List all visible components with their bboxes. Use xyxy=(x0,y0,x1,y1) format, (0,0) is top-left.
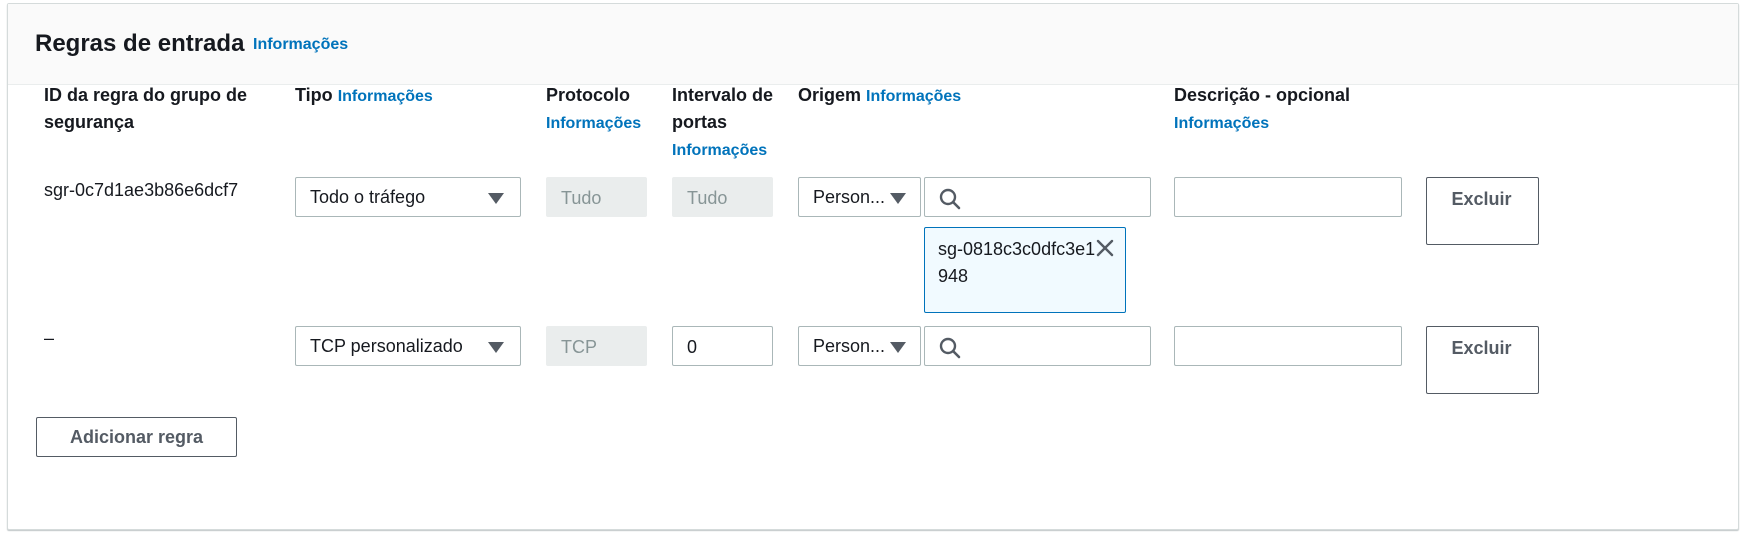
column-header-description: Descrição - opcional Informações xyxy=(1174,82,1414,137)
type-select-value: TCP personalizado xyxy=(310,336,463,356)
caret-down-icon xyxy=(488,342,504,353)
caret-down-icon xyxy=(488,193,504,204)
search-icon xyxy=(939,337,961,359)
type-header-label: Tipo xyxy=(295,85,333,105)
column-header-protocol: Protocolo Informações xyxy=(546,82,656,137)
protocol-field: Tudo xyxy=(546,177,647,217)
port-range-value: 0 xyxy=(687,337,698,357)
protocol-value: TCP xyxy=(561,337,597,357)
source-type-select[interactable]: Person... xyxy=(798,326,921,366)
description-input[interactable] xyxy=(1174,326,1402,366)
delete-rule-label: Excluir xyxy=(1451,189,1512,209)
source-header-label: Origem xyxy=(798,85,862,105)
column-header-port-range: Intervalo de portas Informações xyxy=(672,82,784,164)
panel-header: Regras de entrada Informações xyxy=(8,4,1738,85)
source-token: sg-0818c3c0dfc3e1948 xyxy=(924,227,1126,313)
description-header-label: Descrição - opcional xyxy=(1174,85,1351,105)
type-info-link[interactable]: Informações xyxy=(338,88,433,105)
inbound-rules-panel: Regras de entrada Informações ID da regr… xyxy=(7,3,1739,530)
port-range-header-label: Intervalo de portas xyxy=(672,85,774,132)
protocol-info-link[interactable]: Informações xyxy=(546,115,641,132)
column-header-source: Origem Informações xyxy=(798,82,1098,110)
source-search-input[interactable] xyxy=(924,177,1151,217)
source-type-select[interactable]: Person... xyxy=(798,177,921,217)
source-info-link[interactable]: Informações xyxy=(866,88,961,105)
column-header-type: Tipo Informações xyxy=(295,82,525,110)
port-range-info-link[interactable]: Informações xyxy=(672,142,767,159)
column-header-rule-id: ID da regra do grupo de segurança xyxy=(44,82,274,136)
type-select[interactable]: Todo o tráfego xyxy=(295,177,521,217)
title-info-link[interactable]: Informações xyxy=(253,36,348,54)
protocol-field: TCP xyxy=(546,326,647,366)
panel-title: Regras de entrada xyxy=(35,30,245,57)
delete-rule-label: Excluir xyxy=(1451,338,1512,358)
close-icon[interactable] xyxy=(1095,238,1115,258)
type-select-value: Todo o tráfego xyxy=(310,187,426,207)
rule-id-header-label: ID da regra do grupo de segurança xyxy=(44,85,248,132)
delete-rule-button[interactable]: Excluir xyxy=(1426,177,1539,245)
description-input[interactable] xyxy=(1174,177,1402,217)
delete-rule-button[interactable]: Excluir xyxy=(1426,326,1539,394)
caret-down-icon xyxy=(890,342,906,353)
source-type-value: Person... xyxy=(813,336,886,356)
source-type-value: Person... xyxy=(813,187,886,207)
rule-id-value: sgr-0c7d1ae3b86e6dcf7 xyxy=(44,180,239,200)
port-range-value: Tudo xyxy=(687,188,728,208)
type-select[interactable]: TCP personalizado xyxy=(295,326,521,366)
port-range-input[interactable]: 0 xyxy=(672,326,773,366)
source-token-label: sg-0818c3c0dfc3e1948 xyxy=(938,239,1096,286)
source-search-input[interactable] xyxy=(924,326,1151,366)
protocol-header-label: Protocolo xyxy=(546,85,630,105)
caret-down-icon xyxy=(890,193,906,204)
add-rule-button[interactable]: Adicionar regra xyxy=(36,417,237,457)
description-info-link[interactable]: Informações xyxy=(1174,115,1269,132)
rule-id-value: – xyxy=(44,328,55,348)
search-icon xyxy=(939,188,961,210)
protocol-value: Tudo xyxy=(561,188,602,208)
port-range-field: Tudo xyxy=(672,177,773,217)
